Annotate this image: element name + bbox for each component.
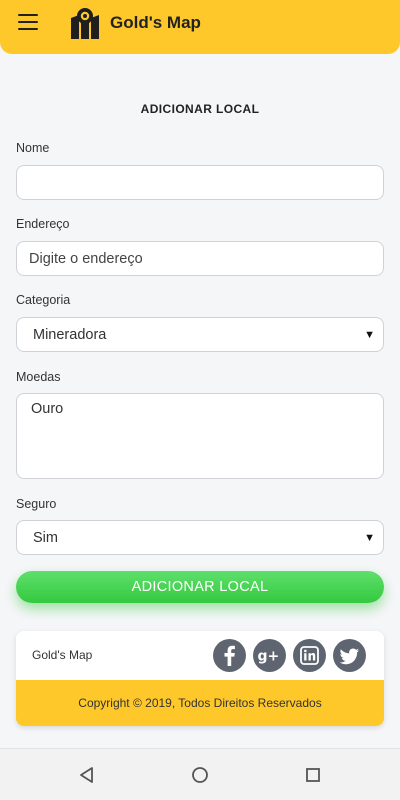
twitter-icon[interactable] (333, 639, 366, 672)
endereco-label: Endereço (16, 217, 70, 231)
categoria-selected-value: Mineradora (33, 326, 107, 343)
app-title: Gold's Map (110, 13, 201, 32)
app-bar: Gold's Map (0, 0, 400, 54)
nome-input[interactable] (29, 166, 371, 199)
seguro-selected-value: Sim (33, 529, 58, 546)
svg-text:g+: g+ (258, 649, 280, 665)
home-icon[interactable] (190, 765, 210, 785)
nome-label: Nome (16, 141, 50, 155)
dropdown-arrow-icon: ▼ (364, 328, 375, 341)
moedas-label: Moedas (16, 370, 61, 384)
recents-icon[interactable] (303, 765, 323, 785)
endereco-field[interactable] (16, 241, 384, 276)
copyright-text: Copyright © 2019, Todos Direitos Reserva… (78, 696, 322, 710)
footer-card: Gold's Map g+ Copyright © 2019, Todos Di… (16, 631, 384, 726)
categoria-label: Categoria (16, 293, 71, 307)
linkedin-icon[interactable] (293, 639, 326, 672)
categoria-select[interactable]: Mineradora ▼ (16, 317, 384, 352)
seguro-label: Seguro (16, 497, 57, 511)
system-nav-bar (0, 748, 400, 800)
footer-brand: Gold's Map (32, 648, 93, 662)
endereco-input[interactable] (29, 242, 371, 275)
map-pin-logo-icon (71, 8, 99, 39)
copyright-bar: Copyright © 2019, Todos Direitos Reserva… (16, 680, 384, 726)
menu-icon[interactable] (18, 14, 38, 30)
moedas-value: Ouro (31, 401, 64, 417)
seguro-select[interactable]: Sim ▼ (16, 520, 384, 555)
nome-field[interactable] (16, 165, 384, 200)
page-title: ADICIONAR LOCAL (140, 102, 260, 116)
dropdown-arrow-icon: ▼ (364, 531, 375, 544)
facebook-icon[interactable] (213, 639, 246, 672)
footer-top: Gold's Map g+ (16, 631, 384, 680)
adicionar-local-button[interactable]: ADICIONAR LOCAL (16, 571, 384, 603)
moedas-textarea[interactable]: Ouro (16, 393, 384, 479)
google-plus-icon[interactable]: g+ (253, 639, 286, 672)
back-icon[interactable] (77, 765, 97, 785)
